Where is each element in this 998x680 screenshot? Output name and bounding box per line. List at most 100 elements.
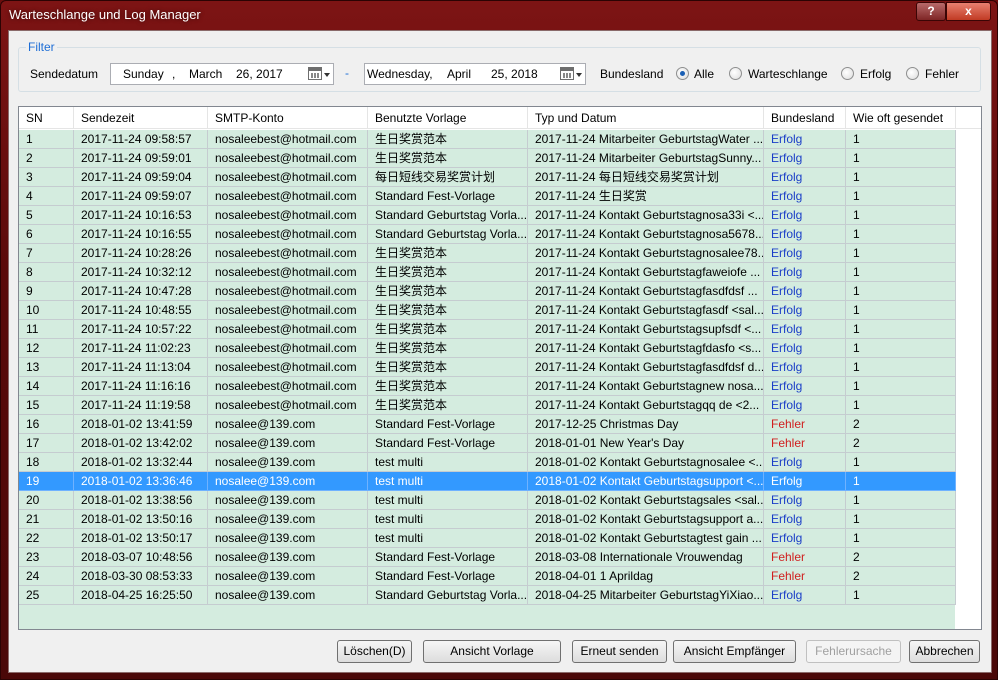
- table-row[interactable]: 17 2018-01-02 13:42:02 nosalee@139.com Stan…: [19, 434, 956, 453]
- cell-smtp-account: nosaleebest@hotmail.com: [208, 206, 368, 225]
- radio-queue-label[interactable]: Warteschlange: [748, 66, 828, 82]
- table-row[interactable]: 16 2018-01-02 13:41:59 nosalee@139.com Stan…: [19, 415, 956, 434]
- resend-button[interactable]: Erneut senden: [572, 640, 667, 663]
- cell-send-time: 2017-11-24 10:16:53: [74, 206, 208, 225]
- radio-error[interactable]: [906, 67, 919, 80]
- radio-success[interactable]: [841, 67, 854, 80]
- table-row[interactable]: 13 2017-11-24 11:13:04 nosaleebest@hotmail…: [19, 358, 956, 377]
- column-header-send-count[interactable]: Wie oft gesendet: [846, 107, 956, 129]
- cell-smtp-account: nosalee@139.com: [208, 510, 368, 529]
- cell-type-date: 2017-11-24 Kontakt Geburtstagqq de <2...: [528, 396, 764, 415]
- cancel-button[interactable]: Abbrechen: [909, 640, 980, 663]
- cell-state: Erfolg: [764, 168, 846, 187]
- cell-sn: 23: [19, 548, 74, 567]
- cell-template: 生日奖赏范本: [368, 149, 528, 168]
- calendar-icon[interactable]: [560, 67, 582, 80]
- cell-send-count: 1: [846, 339, 956, 358]
- view-template-button[interactable]: Ansicht Vorlage: [423, 640, 561, 663]
- table-row[interactable]: 20 2018-01-02 13:38:56 nosalee@139.com test…: [19, 491, 956, 510]
- cell-type-date: 2017-11-24 Kontakt Geburtstagsupfsdf <..…: [528, 320, 764, 339]
- radio-queue[interactable]: [729, 67, 742, 80]
- cell-sn: 15: [19, 396, 74, 415]
- table-row[interactable]: 23 2018-03-07 10:48:56 nosalee@139.com Stan…: [19, 548, 956, 567]
- table-body: 1 2017-11-24 09:58:57 nosaleebest@hotmail.…: [19, 130, 981, 629]
- table-row[interactable]: 9 2017-11-24 10:47:28 nosaleebest@hotmail.…: [19, 282, 956, 301]
- cell-smtp-account: nosalee@139.com: [208, 529, 368, 548]
- column-header-type-date[interactable]: Typ und Datum: [528, 107, 764, 129]
- table-row[interactable]: 19 2018-01-02 13:36:46 nosalee@139.com test…: [19, 472, 956, 491]
- table-row[interactable]: 12 2017-11-24 11:02:23 nosaleebest@hotmail…: [19, 339, 956, 358]
- cell-type-date: 2017-11-24 Kontakt Geburtstagfasdfdsf ..…: [528, 282, 764, 301]
- cell-send-count: 1: [846, 377, 956, 396]
- cell-sn: 2: [19, 149, 74, 168]
- table-row[interactable]: 24 2018-03-30 08:53:33 nosalee@139.com Stan…: [19, 567, 956, 586]
- table-row[interactable]: 11 2017-11-24 10:57:22 nosaleebest@hotmail…: [19, 320, 956, 339]
- table-row[interactable]: 22 2018-01-02 13:50:17 nosalee@139.com test…: [19, 529, 956, 548]
- delete-button[interactable]: Löschen(D): [337, 640, 412, 663]
- radio-error-label[interactable]: Fehler: [925, 66, 959, 82]
- column-header-sn[interactable]: SN: [19, 107, 74, 129]
- to-date-picker[interactable]: Wednesday, April 25, 2018: [364, 63, 586, 85]
- table-row[interactable]: 21 2018-01-02 13:50:16 nosalee@139.com test…: [19, 510, 956, 529]
- column-header-state[interactable]: Bundesland: [764, 107, 846, 129]
- cell-sn: 7: [19, 244, 74, 263]
- help-button[interactable]: ?: [916, 2, 946, 21]
- cell-template: test multi: [368, 510, 528, 529]
- cell-smtp-account: nosaleebest@hotmail.com: [208, 339, 368, 358]
- cell-smtp-account: nosaleebest@hotmail.com: [208, 130, 368, 149]
- table-row[interactable]: 2 2017-11-24 09:59:01 nosaleebest@hotmail.…: [19, 149, 956, 168]
- radio-all-label[interactable]: Alle: [694, 66, 714, 82]
- table-row[interactable]: 15 2017-11-24 11:19:58 nosaleebest@hotmail…: [19, 396, 956, 415]
- column-header-smtp-account[interactable]: SMTP-Konto: [208, 107, 368, 129]
- cell-state: Erfolg: [764, 586, 846, 605]
- cell-send-time: 2018-01-02 13:50:17: [74, 529, 208, 548]
- cell-send-count: 1: [846, 453, 956, 472]
- cell-smtp-account: nosaleebest@hotmail.com: [208, 149, 368, 168]
- close-button[interactable]: x: [946, 2, 991, 21]
- table-row[interactable]: 10 2017-11-24 10:48:55 nosaleebest@hotmail…: [19, 301, 956, 320]
- cell-smtp-account: nosalee@139.com: [208, 567, 368, 586]
- from-date-picker[interactable]: Sunday , March 26, 2017: [110, 63, 334, 85]
- cell-state: Erfolg: [764, 130, 846, 149]
- view-recipients-button[interactable]: Ansicht Empfänger: [673, 640, 796, 663]
- column-header-template[interactable]: Benutzte Vorlage: [368, 107, 528, 129]
- cell-type-date: 2017-11-24 Mitarbeiter GeburtstagWater .…: [528, 130, 764, 149]
- cell-sn: 13: [19, 358, 74, 377]
- log-table[interactable]: SN Sendezeit SMTP-Konto Benutzte Vorlage…: [18, 106, 982, 630]
- cell-type-date: 2017-11-24 Kontakt Geburtstagfdasfo <s..…: [528, 339, 764, 358]
- cell-send-time: 2017-11-24 10:57:22: [74, 320, 208, 339]
- table-row[interactable]: 14 2017-11-24 11:16:16 nosaleebest@hotmail…: [19, 377, 956, 396]
- cell-send-time: 2017-11-24 09:59:04: [74, 168, 208, 187]
- table-row[interactable]: 7 2017-11-24 10:28:26 nosaleebest@hotmail.…: [19, 244, 956, 263]
- cell-send-time: 2018-03-30 08:53:33: [74, 567, 208, 586]
- cell-smtp-account: nosalee@139.com: [208, 586, 368, 605]
- table-row[interactable]: 8 2017-11-24 10:32:12 nosaleebest@hotmail.…: [19, 263, 956, 282]
- cell-send-time: 2017-11-24 10:32:12: [74, 263, 208, 282]
- cell-state: Fehler: [764, 415, 846, 434]
- column-header-send-time[interactable]: Sendezeit: [74, 107, 208, 129]
- cell-template: Standard Geburtstag Vorla...: [368, 206, 528, 225]
- table-row[interactable]: 3 2017-11-24 09:59:04 nosaleebest@hotmail.…: [19, 168, 956, 187]
- radio-all[interactable]: [676, 67, 689, 80]
- cell-send-time: 2017-11-24 09:58:57: [74, 130, 208, 149]
- table-row[interactable]: 1 2017-11-24 09:58:57 nosaleebest@hotmail.…: [19, 130, 956, 149]
- table-row[interactable]: 4 2017-11-24 09:59:07 nosaleebest@hotmail.…: [19, 187, 956, 206]
- table-row[interactable]: 25 2018-04-25 16:25:50 nosalee@139.com Stan…: [19, 586, 956, 605]
- filter-group-label: Filter: [26, 40, 57, 54]
- cell-send-time: 2018-01-02 13:36:46: [74, 472, 208, 491]
- cell-smtp-account: nosalee@139.com: [208, 415, 368, 434]
- cell-send-count: 1: [846, 320, 956, 339]
- from-date-day-year: 26, 2017: [236, 67, 283, 81]
- cell-sn: 9: [19, 282, 74, 301]
- cell-type-date: 2018-01-02 Kontakt Geburtstagsupport <..…: [528, 472, 764, 491]
- cell-state: Erfolg: [764, 358, 846, 377]
- cell-template: Standard Fest-Vorlage: [368, 187, 528, 206]
- table-row[interactable]: 18 2018-01-02 13:32:44 nosalee@139.com test…: [19, 453, 956, 472]
- table-row[interactable]: 6 2017-11-24 10:16:55 nosaleebest@hotmail.…: [19, 225, 956, 244]
- calendar-icon[interactable]: [308, 67, 330, 80]
- cell-send-count: 1: [846, 529, 956, 548]
- radio-success-label[interactable]: Erfolg: [860, 66, 891, 82]
- table-row[interactable]: 5 2017-11-24 10:16:53 nosaleebest@hotmail.…: [19, 206, 956, 225]
- cell-state: Erfolg: [764, 282, 846, 301]
- cell-send-count: 1: [846, 510, 956, 529]
